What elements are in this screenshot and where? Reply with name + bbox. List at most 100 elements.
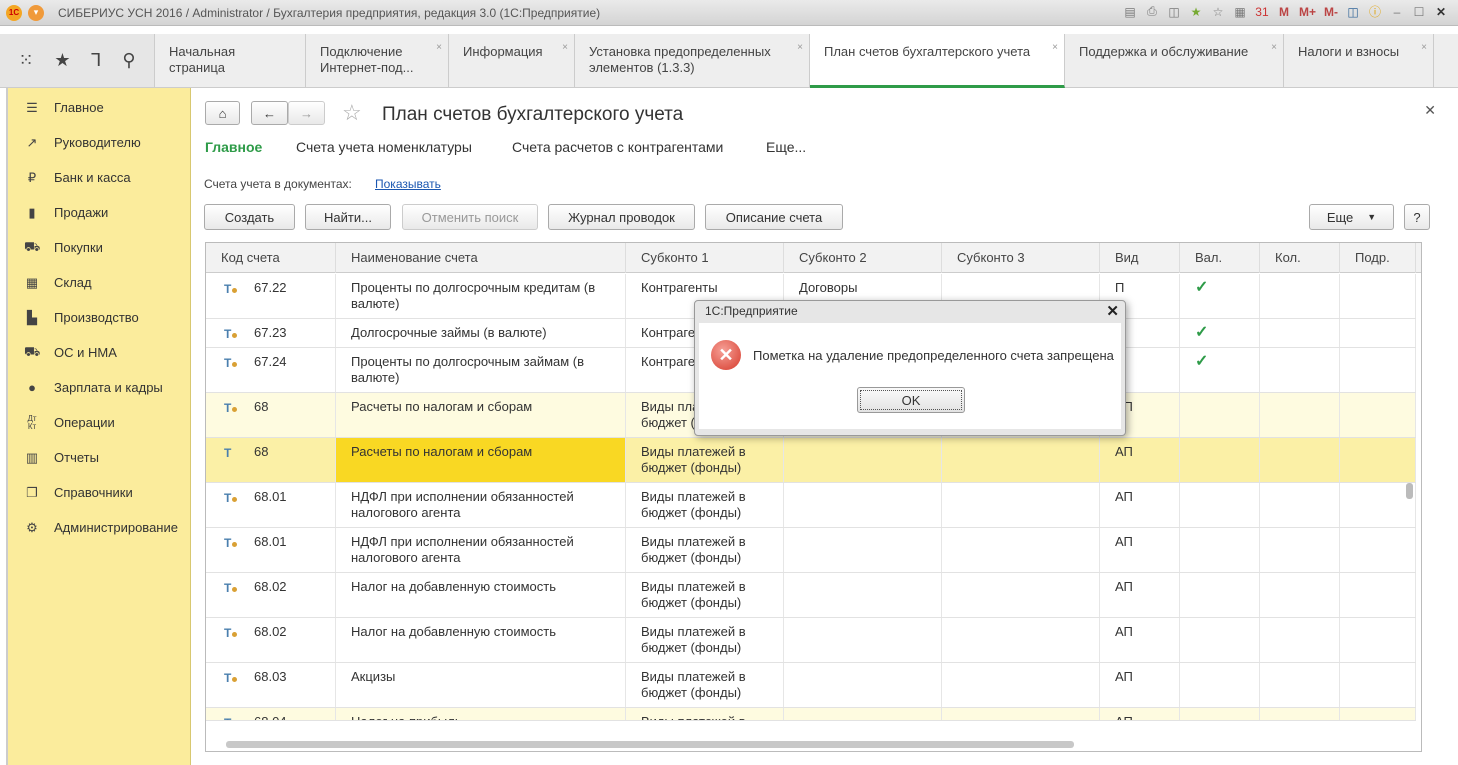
account-type-icon: T xyxy=(224,355,238,371)
account-type-icon: T xyxy=(224,400,238,416)
search-icon[interactable]: ⚲ xyxy=(122,50,135,71)
journal-button[interactable]: Журнал проводок xyxy=(548,204,695,230)
sidebar-item-sales[interactable]: ▮ Продажи xyxy=(8,195,190,230)
more-button[interactable]: Еще ▼ xyxy=(1309,204,1394,230)
table-row[interactable]: T 68.01 НДФЛ при исполнении обязанностей н… xyxy=(206,483,1416,528)
calculator-icon[interactable]: ▦ xyxy=(1233,5,1247,19)
column-header-subconto1[interactable]: Субконто 1 xyxy=(626,243,784,273)
forward-button[interactable]: → xyxy=(288,101,325,125)
info-icon[interactable]: ⓘ xyxy=(1368,3,1382,20)
ok-button[interactable]: OK xyxy=(857,387,965,413)
cell-division xyxy=(1340,573,1416,617)
table-row[interactable]: T 68.02 Налог на добавленную стоимость Виды… xyxy=(206,573,1416,618)
cell-subconto2 xyxy=(784,708,942,720)
close-tab-icon[interactable]: × xyxy=(1271,40,1277,56)
table-row[interactable]: T68Расчеты по налогам и сборамВиды плате… xyxy=(206,438,1416,483)
column-header-quantity[interactable]: Кол. xyxy=(1260,243,1340,273)
close-tab-icon[interactable]: × xyxy=(797,40,803,56)
sidebar-item-main[interactable]: ☰ Главное xyxy=(8,90,190,125)
table-row[interactable]: T 68.03 Акцизы Виды платежей в бюджет (фонд… xyxy=(206,663,1416,708)
column-header-division[interactable]: Подр. xyxy=(1340,243,1416,273)
apps-grid-icon[interactable]: ⁙ xyxy=(18,50,33,71)
cancel-search-button[interactable]: Отменить поиск xyxy=(402,204,538,230)
sidebar-item-operations[interactable]: Дт Кт Операции xyxy=(8,405,190,440)
close-tab-icon[interactable]: × xyxy=(1052,40,1058,56)
maximize-button[interactable]: ☐ xyxy=(1412,5,1426,19)
sidebar-item-salary[interactable]: ● Зарплата и кадры xyxy=(8,370,190,405)
tab-home[interactable]: Начальная страница xyxy=(155,34,306,88)
close-tab-icon[interactable]: × xyxy=(562,40,568,56)
table-row[interactable]: T68.04Налог на прибыльВиды платежей в бю… xyxy=(206,708,1416,721)
column-header-code[interactable]: Код счета xyxy=(206,243,336,273)
create-button[interactable]: Создать xyxy=(204,204,295,230)
cell-code: T 67.24 xyxy=(206,348,336,392)
sidebar-item-manager[interactable]: ↗ Руководителю xyxy=(8,125,190,160)
section-item-accounts[interactable]: Счета учета номенклатуры xyxy=(296,139,472,155)
calendar-icon[interactable]: 31 xyxy=(1255,5,1269,19)
preview-icon[interactable]: ◫ xyxy=(1167,5,1181,19)
tab-internet-connection[interactable]: Подключение Интернет-под... × xyxy=(306,34,449,88)
cell-subconto2 xyxy=(784,618,942,662)
section-main[interactable]: Главное xyxy=(205,139,262,155)
sidebar-item-reports[interactable]: ▥ Отчеты xyxy=(8,440,190,475)
sidebar-item-assets[interactable]: ⛟ ОС и НМА xyxy=(8,335,190,370)
section-counterparty-accounts[interactable]: Счета расчетов с контрагентами xyxy=(512,139,723,155)
sidebar-item-warehouse[interactable]: ▦ Склад xyxy=(8,265,190,300)
cell-subconto3 xyxy=(942,438,1100,482)
memory-plus-button[interactable]: M+ xyxy=(1299,5,1316,19)
cell-name: Налог на добавленную стоимость xyxy=(336,573,626,617)
memory-m-button[interactable]: M xyxy=(1277,5,1291,19)
find-button[interactable]: Найти... xyxy=(305,204,391,230)
history-icon[interactable]: ⅂ xyxy=(91,50,101,71)
cell-subconto1: Виды платежей в бюджет (фонды) xyxy=(626,438,784,482)
print-icon[interactable]: ⎙ xyxy=(1145,4,1159,19)
cell-code: T 68.03 xyxy=(206,663,336,707)
favorites-add-icon[interactable]: ★ xyxy=(1189,5,1203,19)
table-row[interactable]: T 68.02 Налог на добавленную стоимость Виды… xyxy=(206,618,1416,663)
tab-taxes[interactable]: Налоги и взносы × xyxy=(1284,34,1434,88)
save-icon[interactable]: ▤ xyxy=(1123,5,1137,19)
show-link[interactable]: Показывать xyxy=(375,177,441,191)
memory-minus-button[interactable]: M- xyxy=(1324,5,1338,19)
tab-support[interactable]: Поддержка и обслуживание × xyxy=(1065,34,1284,88)
sidebar-item-bank[interactable]: ₽ Банк и касса xyxy=(8,160,190,195)
cell-division xyxy=(1340,438,1416,482)
panels-icon[interactable]: ◫ xyxy=(1346,5,1360,19)
sidebar-item-admin[interactable]: ⚙ Администрирование xyxy=(8,510,190,545)
table-row[interactable]: T 68.01 НДФЛ при исполнении обязанностей н… xyxy=(206,528,1416,573)
bookmark-icon[interactable]: ☆ xyxy=(1211,5,1225,19)
column-header-kind[interactable]: Вид xyxy=(1100,243,1180,273)
favorites-star-icon[interactable]: ★ xyxy=(54,50,70,71)
sidebar-item-production[interactable]: ▙ Производство xyxy=(8,300,190,335)
close-tab-icon[interactable]: × xyxy=(436,40,442,56)
tab-information[interactable]: Информация × xyxy=(449,34,575,88)
tab-chart-of-accounts[interactable]: План счетов бухгалтерского учета × xyxy=(810,34,1065,88)
account-description-button[interactable]: Описание счета xyxy=(705,204,843,230)
section-more[interactable]: Еще... xyxy=(766,139,806,155)
cell-subconto2 xyxy=(784,528,942,572)
cell-name: Проценты по долгосрочным займам (в валют… xyxy=(336,348,626,392)
error-dialog: 1С:Предприятие ✕ ✕ Пометка на удаление п… xyxy=(694,300,1126,436)
home-button[interactable]: ⌂ xyxy=(205,101,240,125)
cell-currency: ✓ xyxy=(1180,348,1260,392)
horizontal-scrollbar[interactable] xyxy=(226,741,1074,748)
dialog-close-button[interactable]: ✕ xyxy=(1106,302,1119,320)
sidebar-item-catalogs[interactable]: ❐ Справочники xyxy=(8,475,190,510)
favorite-star-icon[interactable]: ☆ xyxy=(342,100,362,126)
column-header-subconto2[interactable]: Субконто 2 xyxy=(784,243,942,273)
window-titlebar: 1С ▾ СИБЕРИУС УСН 2016 / Administrator /… xyxy=(0,0,1458,26)
column-header-currency[interactable]: Вал. xyxy=(1180,243,1260,273)
back-button[interactable]: ← xyxy=(251,101,288,125)
tab-predefined-setup[interactable]: Установка предопределенных элементов (1.… xyxy=(575,34,810,88)
main-menu-button[interactable]: ▾ xyxy=(28,4,44,21)
close-form-button[interactable]: ✕ xyxy=(1424,102,1436,119)
minimize-button[interactable]: – xyxy=(1390,5,1404,19)
help-button[interactable]: ? xyxy=(1404,204,1430,230)
vertical-scrollbar[interactable] xyxy=(1406,483,1413,499)
close-window-button[interactable]: ✕ xyxy=(1434,5,1448,19)
arrow-right-icon: → xyxy=(300,105,313,121)
sidebar-item-purchases[interactable]: ⛟ Покупки xyxy=(8,230,190,265)
column-header-name[interactable]: Наименование счета xyxy=(336,243,626,273)
close-tab-icon[interactable]: × xyxy=(1421,40,1427,56)
column-header-subconto3[interactable]: Субконто 3 xyxy=(942,243,1100,273)
